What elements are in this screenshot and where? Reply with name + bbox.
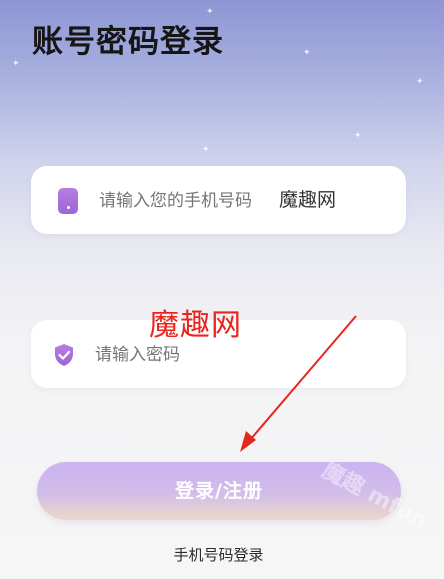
page-title: 账号密码登录: [32, 24, 224, 60]
watermark-red-text: 魔趣网: [149, 308, 242, 343]
phone-input-card[interactable]: 魔趣网: [31, 166, 406, 236]
phone-login-link[interactable]: 手机号码登录: [0, 544, 437, 565]
phone-icon: [58, 188, 78, 214]
star-decoration: ✦: [303, 48, 311, 58]
star-decoration: ✦: [354, 131, 362, 141]
star-decoration: ✦: [202, 145, 210, 155]
shield-icon: [55, 344, 73, 366]
star-decoration: ✦: [12, 59, 20, 69]
star-decoration: ✦: [416, 77, 424, 87]
watermark-text: 魔趣网: [279, 189, 337, 211]
